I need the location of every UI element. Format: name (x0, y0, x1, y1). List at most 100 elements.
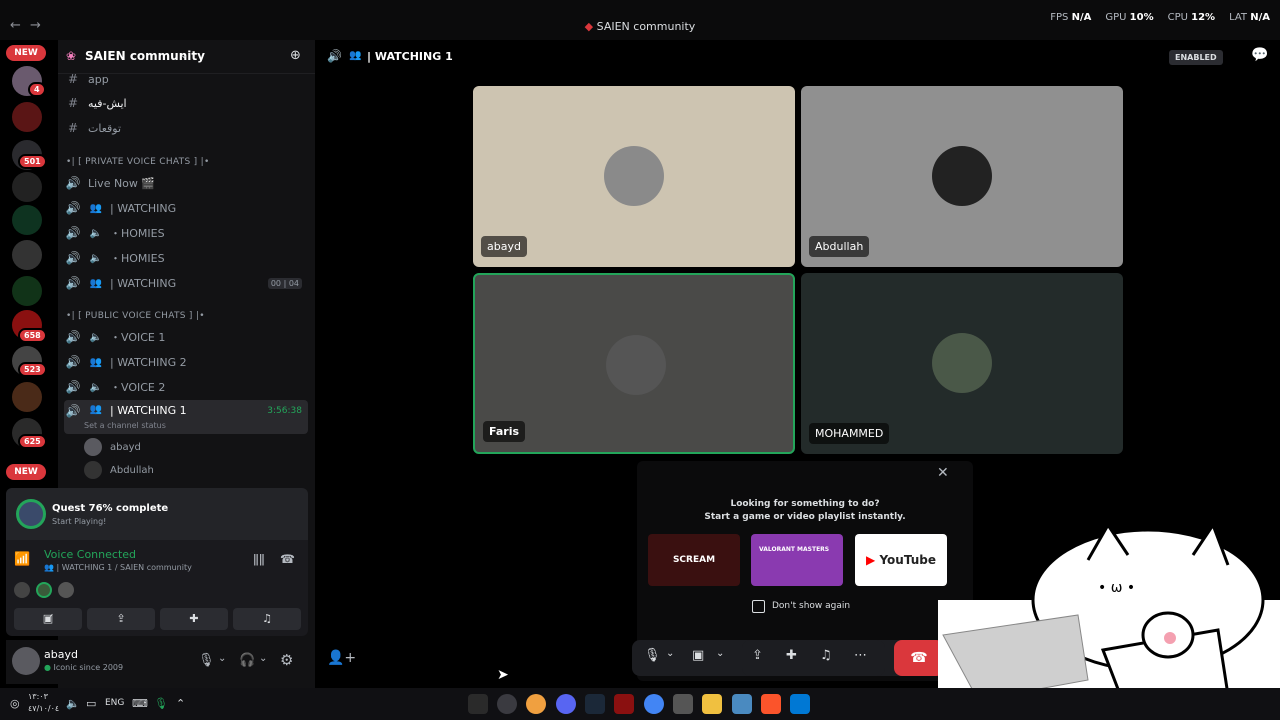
noise-suppression-icon[interactable]: ǁǁ (253, 552, 265, 566)
store-icon[interactable] (673, 694, 693, 714)
app-icon[interactable] (556, 694, 576, 714)
screen-share-button[interactable]: ⇪ (87, 608, 155, 630)
screen-share-icon[interactable]: ⇪ (752, 648, 763, 663)
voice-channel-homies[interactable]: 🔊 🔈 ・HOMIES (64, 222, 308, 244)
soundboard-button[interactable]: ♫ (233, 608, 301, 630)
channel-tawaqqoat[interactable]: # توقعات (64, 117, 308, 139)
start-icon[interactable] (790, 694, 810, 714)
server-icon[interactable] (12, 276, 42, 306)
voice-channel-homies-2[interactable]: 🔊 🔈 ・HOMIES (64, 247, 308, 269)
close-icon[interactable]: ✕ (937, 465, 949, 481)
voice-channel-voice-2[interactable]: 🔊 🔈 ・VOICE 2 (64, 376, 308, 398)
chevron-down-icon[interactable]: ⌄ (259, 653, 267, 664)
voice-member[interactable]: Abdullah (84, 460, 154, 480)
server-icon[interactable] (12, 205, 42, 235)
dont-show-label: Don't show again (772, 601, 851, 611)
avatar[interactable] (36, 582, 52, 598)
voice-member[interactable]: abayd (84, 437, 141, 457)
steam-icon[interactable] (585, 694, 605, 714)
enabled-badge[interactable]: ENABLED (1169, 50, 1223, 65)
avatar[interactable] (12, 647, 40, 675)
leave-call-button[interactable]: ☎ (894, 640, 944, 676)
participant-tile[interactable]: abayd (473, 86, 795, 267)
microphone-icon[interactable]: 🎙 (154, 697, 168, 710)
speaker-icon: 🔊 (65, 276, 81, 290)
volume-icon[interactable]: 🔈 (66, 697, 80, 710)
chevron-up-icon[interactable]: ⌃ (176, 697, 185, 710)
disconnect-icon[interactable]: ☎ (280, 552, 295, 566)
language-indicator[interactable]: ENG (105, 698, 124, 708)
category-private-voice[interactable]: •| [ PRIVATE VOICE CHATS ] |• (66, 157, 210, 167)
users-icon: 👥 (89, 277, 103, 289)
chat-icon[interactable]: 💬 (1251, 47, 1268, 63)
voice-channel-watching-1[interactable]: 🔊 👥 | WATCHING 1 3:56:38 Set a channel sta… (64, 400, 308, 434)
svg-text:• ω •: • ω • (1098, 580, 1135, 596)
app-icon[interactable] (497, 694, 517, 714)
youtube-card[interactable]: ▶ YouTube (855, 534, 947, 586)
epic-games-icon[interactable] (468, 694, 488, 714)
brave-icon[interactable] (761, 694, 781, 714)
participant-name: Abdullah (809, 236, 870, 257)
voice-channel-watching-2[interactable]: 🔊 👥 | WATCHING 00 | 04 (64, 272, 308, 294)
dont-show-checkbox[interactable] (752, 600, 765, 613)
video-off-button[interactable]: ▣̸ (14, 608, 82, 630)
server-icon[interactable] (12, 172, 42, 202)
clock-time[interactable]: ١٣:٠٣ (28, 692, 48, 701)
new-pill[interactable]: NEW (6, 464, 46, 480)
gear-icon[interactable]: ⚙ (280, 651, 293, 669)
headphones-icon[interactable]: 🎧 (239, 653, 255, 668)
microphone-icon[interactable]: 🎙 (198, 653, 215, 668)
category-public-voice[interactable]: •| [ PUBLIC VOICE CHATS ] |• (66, 311, 205, 321)
participant-name: Faris (483, 421, 526, 442)
avatar (932, 146, 992, 206)
app-logo-icon: ◆ (584, 20, 594, 33)
voice-channel-watching-2b[interactable]: 🔊 👥 | WATCHING 2 (64, 351, 308, 373)
new-pill[interactable]: NEW (6, 45, 46, 61)
voice-channel-voice-1[interactable]: 🔊 🔈 ・VOICE 1 (64, 326, 308, 348)
video-off-icon[interactable]: ▣ (692, 648, 704, 663)
suggest-heading: Looking for something to do? (730, 499, 880, 509)
server-icon[interactable] (12, 382, 42, 412)
speaker-icon: 🔊 (65, 251, 81, 265)
chevron-down-icon[interactable]: ⌄ (180, 50, 188, 61)
quest-subtitle: Start Playing! (52, 517, 107, 526)
network-icon[interactable]: ◎ (10, 697, 20, 710)
server-icon[interactable] (12, 240, 42, 270)
participant-tile[interactable]: MOHAMMED (801, 273, 1123, 454)
activities-button[interactable]: ✚ (160, 608, 228, 630)
avatar[interactable] (58, 582, 74, 598)
folder-icon[interactable] (702, 694, 722, 714)
keyboard-icon[interactable]: ⌨ (132, 697, 148, 710)
channel-title: | WATCHING 1 (367, 50, 453, 63)
quest-banner[interactable]: Quest 76% complete Start Playing! (6, 488, 308, 540)
clock-date[interactable]: ٤٧/١٠/٠٤ (28, 704, 59, 713)
participant-tile-speaking[interactable]: Faris (473, 273, 795, 454)
add-user-icon[interactable]: 👤+ (327, 650, 356, 666)
soundboard-icon[interactable]: ♫ (820, 648, 832, 663)
voice-location[interactable]: 👥 | WATCHING 1 / SAIEN community (44, 563, 192, 572)
channel-aish-fih[interactable]: # ايش-فيه (64, 92, 308, 114)
channel-status-input[interactable]: Set a channel status (84, 421, 166, 430)
voice-channel-live-now[interactable]: 🔊 Live Now 🎬 (64, 172, 308, 194)
invite-icon[interactable]: ⊕ (290, 48, 301, 63)
voicemeeter-icon[interactable] (614, 694, 634, 714)
scream-card[interactable]: SCREAM (648, 534, 740, 586)
valorant-card[interactable]: VALORANT MASTERS (751, 534, 843, 586)
app-icon[interactable] (526, 694, 546, 714)
signal-icon[interactable]: 📶 (14, 552, 30, 567)
chrome-icon[interactable] (644, 694, 664, 714)
app-icon[interactable] (732, 694, 752, 714)
speaker-icon: 🔊 (65, 355, 81, 369)
chevron-down-icon[interactable]: ⌄ (666, 648, 674, 659)
participant-tile[interactable]: Abdullah (801, 86, 1123, 267)
channel-app[interactable]: # app (64, 68, 308, 90)
voice-channel-watching[interactable]: 🔊 👥 | WATCHING (64, 197, 308, 219)
more-icon[interactable]: ⋯ (854, 648, 867, 663)
server-icon[interactable] (12, 102, 42, 132)
chevron-down-icon[interactable]: ⌄ (218, 653, 226, 664)
activities-icon[interactable]: ✚ (786, 648, 797, 663)
avatar[interactable] (14, 582, 30, 598)
microphone-icon[interactable]: 🎙 (644, 648, 661, 663)
display-icon[interactable]: ▭ (86, 697, 96, 710)
chevron-down-icon[interactable]: ⌄ (716, 648, 724, 659)
